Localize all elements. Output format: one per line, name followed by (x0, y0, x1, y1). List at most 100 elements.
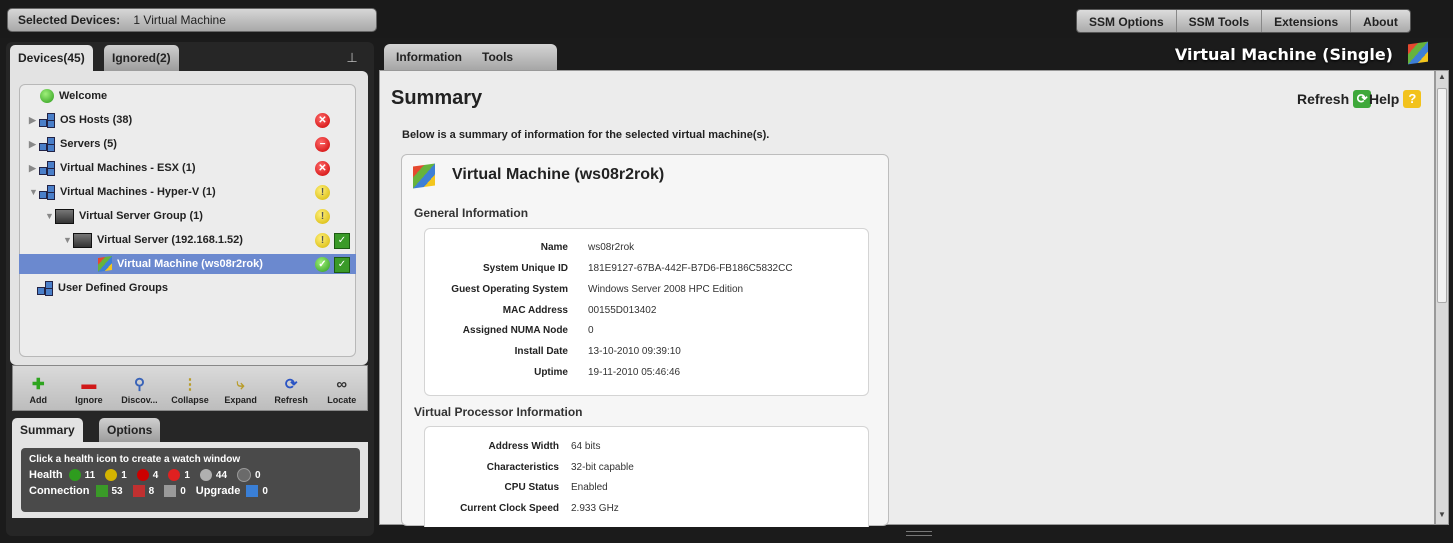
button-label: Collapse (171, 395, 209, 405)
resize-grip[interactable] (906, 531, 932, 536)
discover-button[interactable]: ⚲ Discov... (114, 366, 165, 410)
connected-status-icon[interactable]: ✓ (334, 233, 350, 249)
warning-status-icon[interactable]: ! (315, 209, 330, 224)
pending-status-icon (237, 468, 252, 482)
refresh-button[interactable]: ⟳ Refresh (266, 366, 317, 410)
locate-button[interactable]: ∞ Locate (316, 366, 367, 410)
tree-item-welcome[interactable]: Welcome (40, 86, 107, 106)
count: 0 (180, 485, 186, 497)
connection-label: Connection (29, 485, 90, 497)
error-status-icon (168, 469, 181, 481)
connected-icon (95, 485, 108, 497)
tree-item-label: OS Hosts (38) (60, 114, 133, 126)
disconnected-icon (132, 485, 145, 497)
ok-status-icon[interactable]: ✓ (315, 257, 330, 272)
upgrade-label: Upgrade (195, 485, 241, 497)
info-key: Current Clock Speed (460, 503, 559, 514)
tree-item-user-defined-groups[interactable]: User Defined Groups (37, 278, 168, 298)
menu-extensions[interactable]: Extensions (1262, 10, 1352, 32)
tab-ignored[interactable]: Ignored(2) (104, 45, 179, 71)
tree-item-os-hosts[interactable]: ▶ OS Hosts (38) (29, 110, 132, 130)
tree-item-virtual-machine[interactable]: Virtual Machine (ws08r2rok) (98, 254, 263, 274)
processor-info-heading: Virtual Processor Information (414, 405, 583, 419)
tree-item-label: Welcome (59, 90, 108, 102)
summary-title: Summary (391, 87, 483, 109)
expand-arrow-icon[interactable]: ▶ (29, 139, 39, 150)
add-button[interactable]: ✚ Add (13, 366, 64, 410)
health-warning-count[interactable]: 1 (105, 469, 127, 481)
unknown-status-icon (199, 469, 212, 481)
tree-item-label: Virtual Machines - Hyper-V (1) (60, 186, 216, 198)
warning-status-icon (105, 469, 118, 481)
tree-item-label: Virtual Machines - ESX (1) (60, 162, 196, 174)
expand-button[interactable]: ⤷ Expand (215, 366, 266, 410)
server-icon (73, 232, 92, 248)
tab-options[interactable]: Options (99, 418, 161, 442)
count: 0 (262, 485, 268, 497)
menu-about[interactable]: About (1351, 10, 1410, 32)
scroll-thumb[interactable] (1437, 88, 1447, 303)
tab-devices[interactable]: Devices(45) (10, 45, 93, 71)
collapse-arrow-icon[interactable]: ▼ (29, 187, 39, 197)
info-key: Address Width (488, 441, 559, 452)
connection-row: Connection 53 8 0 Upgrade 0 (29, 485, 352, 497)
health-label: Health (29, 469, 63, 481)
binoculars-icon: ∞ (336, 376, 348, 393)
tab-information[interactable]: Information (396, 50, 462, 64)
critical-status-icon[interactable]: ✕ (315, 161, 330, 176)
info-key: CPU Status (504, 482, 559, 493)
info-value: 2.933 GHz (571, 503, 619, 514)
connection-lost-count[interactable]: 8 (132, 485, 155, 497)
tree-item-vm-esx[interactable]: ▶ Virtual Machines - ESX (1) (29, 158, 196, 178)
health-critical-count[interactable]: 4 (136, 469, 158, 481)
collapse-arrow-icon[interactable]: ▼ (45, 211, 55, 221)
pin-icon[interactable]: ⊥ (345, 50, 359, 66)
warning-status-icon[interactable]: ! (315, 233, 330, 248)
critical-status-icon[interactable]: ✕ (315, 113, 330, 128)
scroll-up-icon[interactable]: ▲ (1436, 72, 1448, 84)
health-ok-count[interactable]: 11 (68, 469, 95, 481)
tab-tools[interactable]: Tools (482, 50, 513, 64)
top-menu: SSM Options SSM Tools Extensions About (1076, 9, 1411, 33)
info-value: 13-10-2010 09:39:10 (588, 346, 681, 357)
ignore-button[interactable]: ▬ Ignore (64, 366, 115, 410)
health-unknown-count[interactable]: 44 (199, 469, 227, 481)
tree-item-virtual-server[interactable]: ▼ Virtual Server (192.168.1.52) (63, 230, 243, 250)
error-status-icon[interactable]: − (315, 137, 330, 152)
upgrade-count[interactable]: 0 (246, 485, 268, 497)
expand-arrow-icon[interactable]: ▶ (29, 163, 39, 174)
menu-ssm-tools[interactable]: SSM Tools (1176, 10, 1263, 32)
tree-item-servers[interactable]: ▶ Servers (5) (29, 134, 117, 154)
info-tabs: Information Tools (384, 44, 557, 70)
scroll-down-icon[interactable]: ▼ (1436, 510, 1448, 522)
button-label: Ignore (75, 395, 103, 405)
help-link[interactable]: Help ? (1369, 90, 1422, 108)
tree-item-label: Virtual Server Group (1) (79, 210, 203, 222)
info-value: 0 (588, 325, 594, 336)
expand-arrow-icon[interactable]: ▶ (29, 115, 39, 126)
tree-item-label: User Defined Groups (58, 282, 169, 294)
ok-status-icon (68, 469, 81, 481)
help-icon: ? (1403, 90, 1422, 108)
tree-item-vm-hyperv[interactable]: ▼ Virtual Machines - Hyper-V (1) (29, 182, 216, 202)
general-info-heading: General Information (414, 206, 529, 220)
collapse-arrow-icon[interactable]: ▼ (63, 235, 73, 245)
count: 8 (148, 485, 155, 497)
network-icon (39, 137, 55, 152)
tab-summary[interactable]: Summary (12, 418, 83, 442)
health-pending-count[interactable]: 0 (237, 468, 261, 482)
connection-ok-count[interactable]: 53 (95, 485, 123, 497)
refresh-link[interactable]: Refresh ⟳ (1297, 90, 1372, 108)
tree-item-virtual-server-group[interactable]: ▼ Virtual Server Group (1) (45, 206, 203, 226)
connection-unknown-count[interactable]: 0 (164, 485, 186, 497)
connected-status-icon[interactable]: ✓ (334, 257, 350, 273)
expand-icon: ⤷ (236, 376, 245, 393)
menu-ssm-options[interactable]: SSM Options (1077, 10, 1177, 32)
info-value: 32-bit capable (571, 462, 634, 473)
warning-status-icon[interactable]: ! (315, 185, 330, 200)
vm-card-title: Virtual Machine (ws08r2rok) (452, 166, 665, 183)
selected-devices-value: 1 Virtual Machine (133, 13, 226, 27)
info-value: 00155D013402 (588, 305, 657, 316)
health-error-count[interactable]: 1 (168, 469, 190, 481)
collapse-button[interactable]: ⋮ Collapse (165, 366, 216, 410)
